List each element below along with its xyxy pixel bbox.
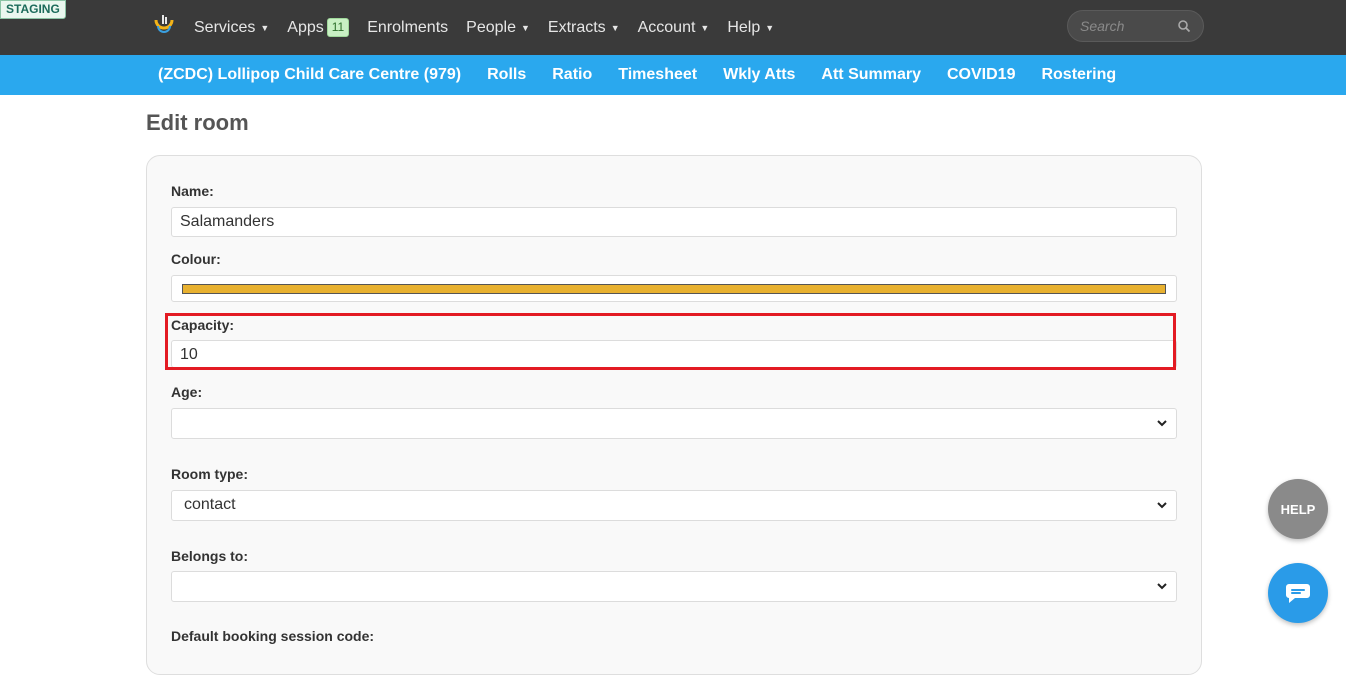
nav-help-label: Help [727, 18, 761, 36]
nav-enrolments-label: Enrolments [367, 18, 449, 36]
edit-room-form: Name: Salamanders Colour: Capacity: 10 A… [146, 155, 1202, 675]
subnav-wkly-atts[interactable]: Wkly Atts [723, 66, 795, 84]
capacity-label: Capacity: [171, 317, 235, 333]
centre-nav: (ZCDC) Lollipop Child Care Centre (979) … [158, 55, 1142, 95]
room-type-select[interactable]: contact [171, 490, 1177, 521]
nav-services-label: Services [194, 18, 256, 36]
caret-down-icon: ▼ [610, 22, 620, 33]
nav-extracts[interactable]: Extracts ▼ [548, 3, 620, 53]
help-button-label: HELP [1280, 501, 1316, 517]
nav-apps[interactable]: Apps 11 [287, 3, 350, 53]
room-type-value: contact [184, 496, 236, 513]
caret-down-icon: ▼ [700, 22, 710, 33]
name-field[interactable]: Salamanders [171, 207, 1177, 237]
chevron-down-icon [1157, 583, 1167, 590]
capacity-value: 10 [180, 346, 198, 363]
staging-badge: STAGING [0, 0, 66, 19]
capacity-field[interactable]: 10 [171, 340, 1177, 368]
nav-people-label: People [466, 18, 516, 36]
belongs-to-select[interactable] [171, 571, 1177, 602]
colour-swatch [182, 284, 1166, 294]
search-icon[interactable] [1177, 19, 1191, 33]
name-label: Name: [171, 183, 214, 199]
caret-down-icon: ▼ [260, 22, 270, 33]
chevron-down-icon [1157, 420, 1167, 427]
caret-down-icon: ▼ [765, 22, 775, 33]
nav-account-label: Account [637, 18, 696, 36]
subnav-timesheet[interactable]: Timesheet [618, 66, 697, 84]
app-logo-icon[interactable] [152, 12, 176, 36]
nav-people[interactable]: People ▼ [466, 3, 530, 53]
subnav-covid19[interactable]: COVID19 [947, 66, 1015, 84]
default-booking-label: Default booking session code: [171, 628, 375, 644]
page-title: Edit room [146, 110, 249, 135]
apps-count-badge: 11 [326, 18, 350, 37]
subnav-rolls[interactable]: Rolls [487, 66, 526, 84]
search-box [1067, 10, 1204, 42]
nav-extracts-label: Extracts [547, 18, 606, 36]
sub-navbar: (ZCDC) Lollipop Child Care Centre (979) … [0, 55, 1346, 95]
subnav-ratio[interactable]: Ratio [552, 66, 592, 84]
colour-label: Colour: [171, 251, 221, 267]
nav-services[interactable]: Services ▼ [194, 3, 269, 53]
room-type-label: Room type: [171, 466, 248, 482]
subnav-centre[interactable]: (ZCDC) Lollipop Child Care Centre (979) [158, 66, 461, 84]
chat-button[interactable] [1268, 563, 1328, 623]
colour-picker[interactable] [171, 275, 1177, 302]
top-navbar: STAGING Services ▼ Apps 11 Enrolments Pe… [0, 0, 1346, 55]
help-button[interactable]: HELP [1268, 479, 1328, 539]
nav-enrolments[interactable]: Enrolments [367, 3, 448, 53]
nav-account[interactable]: Account ▼ [638, 3, 710, 53]
search-input[interactable] [1078, 17, 1173, 35]
age-select[interactable] [171, 408, 1177, 439]
nav-apps-label: Apps [287, 18, 324, 36]
caret-down-icon: ▼ [520, 22, 530, 33]
nav-help[interactable]: Help ▼ [727, 3, 774, 53]
main-nav: Services ▼ Apps 11 Enrolments People ▼ E… [194, 0, 792, 55]
age-label: Age: [171, 384, 203, 400]
name-value: Salamanders [180, 213, 275, 230]
chevron-down-icon [1157, 502, 1167, 509]
belongs-to-label: Belongs to: [171, 548, 248, 564]
subnav-rostering[interactable]: Rostering [1041, 66, 1116, 84]
chat-icon [1286, 584, 1310, 603]
subnav-att-summary[interactable]: Att Summary [821, 66, 921, 84]
